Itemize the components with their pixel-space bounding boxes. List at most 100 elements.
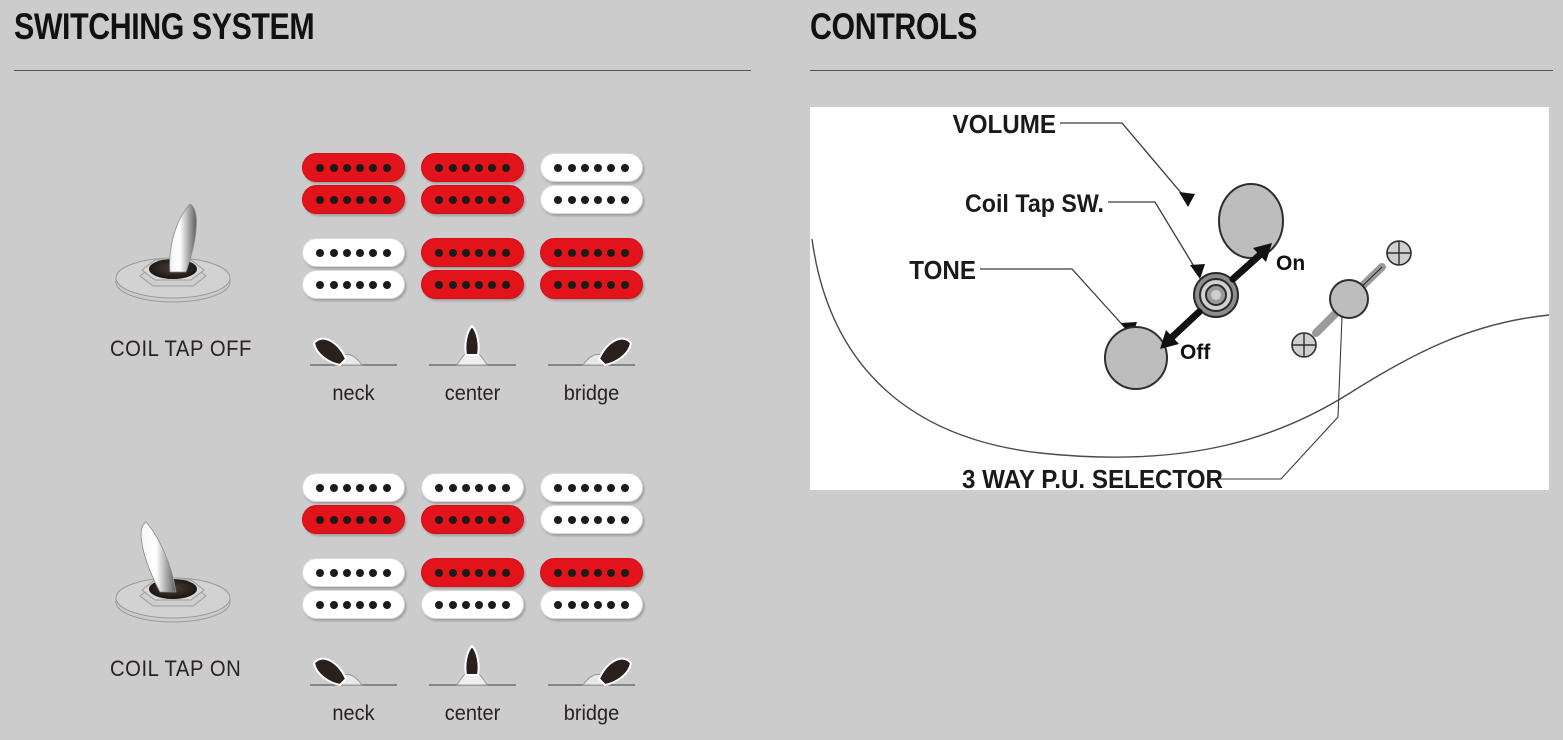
coil-top — [302, 153, 405, 182]
pickup-bridge — [540, 558, 643, 619]
pole-piece — [475, 163, 484, 172]
pole-piece — [567, 515, 576, 524]
pole-piece — [607, 515, 616, 524]
pole-piece — [316, 515, 325, 524]
pole-piece — [501, 483, 510, 492]
pole-piece — [554, 568, 563, 577]
pole-piece — [342, 195, 351, 204]
selector-neck[interactable]: neck — [302, 645, 405, 726]
pole-piece — [461, 280, 470, 289]
coil-top — [540, 238, 643, 267]
pole-piece — [329, 163, 338, 172]
pole-piece — [567, 195, 576, 204]
pole-piece — [461, 568, 470, 577]
pole-piece — [382, 163, 391, 172]
coil-bottom — [421, 590, 524, 619]
pole-piece — [461, 600, 470, 609]
pole-piece — [580, 248, 589, 257]
coil-tap-on-selector-row: neck center bridge — [302, 644, 643, 726]
pole-piece — [448, 568, 457, 577]
pole-piece — [594, 568, 603, 577]
pole-piece — [488, 248, 497, 257]
pole-piece — [382, 515, 391, 524]
selector-lever-right-icon — [548, 337, 635, 367]
tone-callout-label: TONE — [909, 256, 976, 285]
pole-piece — [554, 600, 563, 609]
selector-label: bridge — [563, 382, 620, 405]
pole-piece — [475, 248, 484, 257]
coil-tap-off-switch-graphic[interactable] — [108, 190, 238, 310]
pole-piece — [501, 195, 510, 204]
coil-bottom — [302, 505, 405, 534]
coil-tap-on-switch-graphic[interactable] — [108, 510, 238, 630]
pole-piece — [461, 248, 470, 257]
pole-piece — [488, 568, 497, 577]
selector-lever-left-icon — [310, 337, 397, 367]
selector-center[interactable]: center — [421, 324, 524, 406]
pole-piece — [369, 280, 378, 289]
selector-lever-left-icon — [310, 657, 397, 687]
coil-tap-on-state-label: On — [1276, 252, 1305, 275]
pole-piece — [369, 515, 378, 524]
pole-piece — [329, 280, 338, 289]
selector-lever-up-icon — [429, 644, 516, 686]
pickup-row-neck-selected — [302, 153, 643, 214]
pole-piece — [567, 248, 576, 257]
pole-piece — [448, 163, 457, 172]
coil-bottom — [421, 185, 524, 214]
coil-top — [540, 558, 643, 587]
controls-rule — [810, 70, 1553, 71]
coil-top — [302, 558, 405, 587]
pole-piece — [435, 515, 444, 524]
pickup-neck — [302, 153, 405, 214]
pole-piece — [488, 195, 497, 204]
pole-piece — [342, 248, 351, 257]
selector-callout-label: 3 WAY P.U. SELECTOR — [962, 465, 1223, 490]
tone-knob[interactable] — [1104, 326, 1168, 390]
coil-bottom — [540, 505, 643, 534]
pole-piece — [475, 515, 484, 524]
pickup-bridge — [540, 238, 643, 299]
pole-piece — [607, 483, 616, 492]
controls-panel: CONTROLS VOLUME Coil Tap SW. TONE 3 WAY … — [800, 0, 1563, 740]
pole-piece — [554, 195, 563, 204]
selector-center[interactable]: center — [421, 644, 524, 726]
pole-piece — [501, 280, 510, 289]
pole-piece — [369, 568, 378, 577]
pickup-center — [421, 238, 524, 299]
pole-piece — [369, 163, 378, 172]
pickup-row-bridge-selected — [302, 558, 643, 619]
pole-piece — [435, 280, 444, 289]
pole-piece — [382, 483, 391, 492]
coil-bottom — [302, 270, 405, 299]
pole-piece — [607, 163, 616, 172]
selector-bridge[interactable]: bridge — [540, 645, 643, 726]
selector-lever-up-icon — [429, 324, 516, 366]
pole-piece — [580, 195, 589, 204]
pole-piece — [356, 600, 365, 609]
pole-piece — [607, 600, 616, 609]
pole-piece — [329, 248, 338, 257]
switching-system-panel: SWITCHING SYSTEM COIL TAP OFF neck cente… — [0, 0, 780, 740]
selector-screw-top — [1386, 240, 1412, 266]
pole-piece — [501, 515, 510, 524]
pole-piece — [620, 163, 629, 172]
pole-piece — [554, 280, 563, 289]
coil-top — [421, 153, 524, 182]
pole-piece — [382, 248, 391, 257]
pole-piece — [567, 163, 576, 172]
pole-piece — [620, 195, 629, 204]
pole-piece — [594, 600, 603, 609]
pole-piece — [435, 195, 444, 204]
pole-piece — [448, 195, 457, 204]
pole-piece — [580, 163, 589, 172]
volume-knob[interactable] — [1218, 183, 1284, 259]
selector-neck[interactable]: neck — [302, 325, 405, 406]
pole-piece — [448, 600, 457, 609]
pole-piece — [567, 483, 576, 492]
pole-piece — [435, 600, 444, 609]
pole-piece — [607, 568, 616, 577]
three-way-selector-switch[interactable] — [1291, 240, 1412, 358]
selector-bridge[interactable]: bridge — [540, 325, 643, 406]
pole-piece — [594, 280, 603, 289]
